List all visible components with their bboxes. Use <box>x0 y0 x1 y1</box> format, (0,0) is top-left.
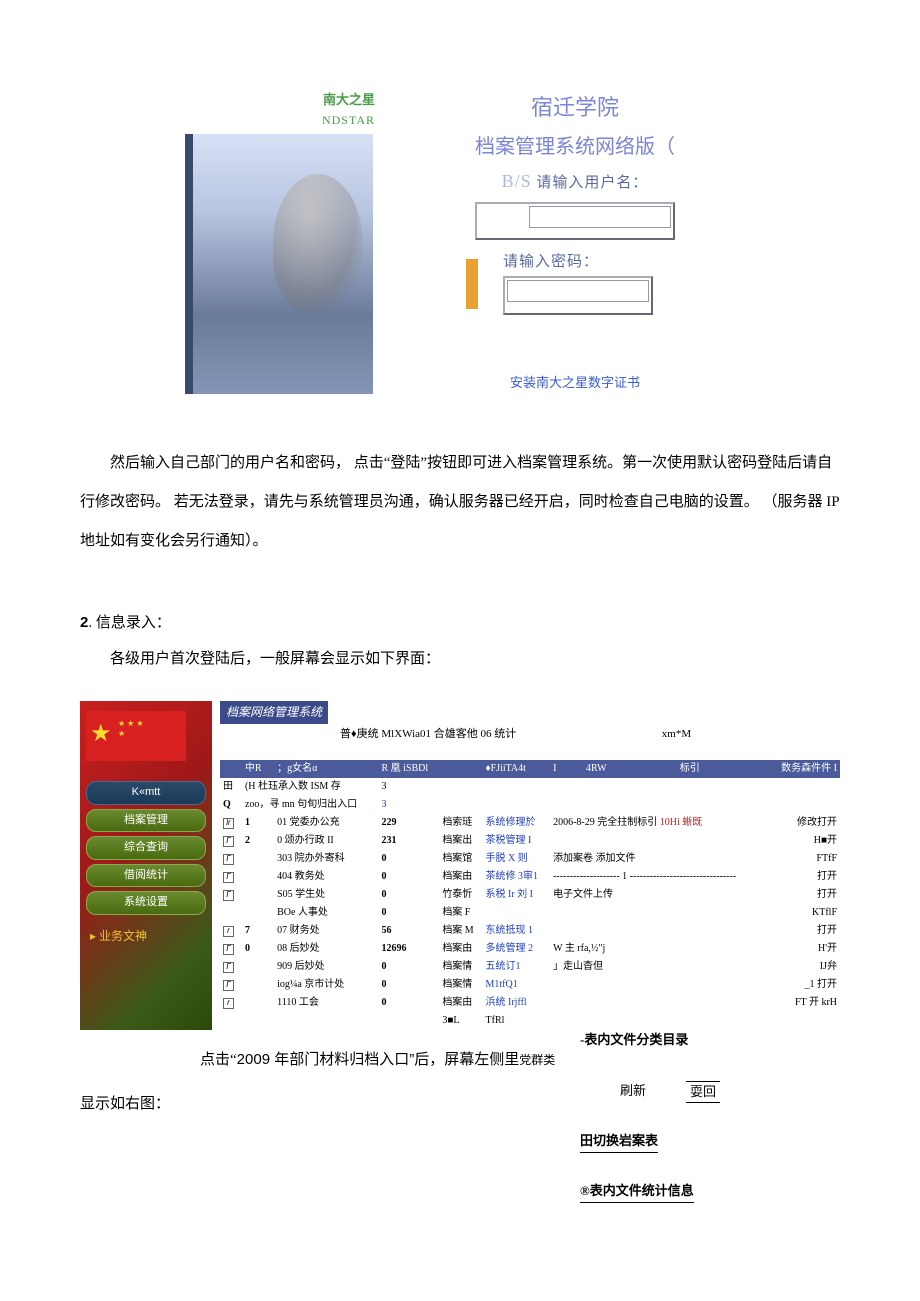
sidebar-caption: ▸ 业务文神 <box>90 927 206 946</box>
dashboard-table: 中R ；g女名α R 凰 iSBDl ♦FJiiTA4t I 4RW 标引 数务… <box>220 760 840 1030</box>
login-decorative-image <box>185 134 373 394</box>
table-row: BOe 人事处0档案 FKTflF <box>220 904 840 922</box>
checkbox[interactable]: Γ <box>223 962 234 973</box>
section-2-desc: 各级用户首次登陆后，一般屏幕会显示如下界面： <box>110 647 840 671</box>
brand-cn: 南大之星 <box>185 90 375 111</box>
system-title: 档案管理系统网络版（ <box>415 131 735 163</box>
dashboard-breadcrumb: 普♦庚统 MlXWia01 合雄客他 06 统计 xm*M <box>220 724 840 760</box>
right-panel: -表内文件分类目录 刷新 耍回 田切换岩案表 ®表内文件统计信息 <box>580 1030 840 1203</box>
dashboard-sidebar: K«mtt 档案管理 综合查询 借阅统计 系统设置 ▸ 业务文神 <box>80 701 212 1030</box>
install-cert-link[interactable]: 安装南大之星数字证书 <box>415 373 735 394</box>
right-h1: -表内文件分类目录 <box>580 1032 688 1047</box>
login-right: 宿迁学院 档案管理系统网络版（ B/S 请输入用户名： 请输入密码： 安装南大之… <box>415 90 735 394</box>
back-link[interactable]: 耍回 <box>686 1081 720 1104</box>
bs-username-row: B/S 请输入用户名： <box>465 167 685 196</box>
dashboard-title: 档案网络管理系统 <box>220 701 328 724</box>
table-header: 中R ；g女名α R 凰 iSBDl ♦FJiiTA4t I 4RW 标引 数务… <box>220 760 840 778</box>
table-row-b: Q zoo，寻 mn 句旬归出入口 3 <box>220 796 840 814</box>
table-row: Γ303 院办外寄科0档案馆手脱 X 则添加案卷 添加文件FTfF <box>220 850 840 868</box>
brand-en: NDSTAR <box>185 111 375 130</box>
login-section: 南大之星 NDSTAR 宿迁学院 档案管理系统网络版（ B/S 请输入用户名： … <box>80 90 840 394</box>
sidebar-item-4[interactable]: 系统设置 <box>86 891 206 915</box>
checkbox[interactable]: r <box>223 998 234 1009</box>
sidebar-item-3[interactable]: 借阅统计 <box>86 864 206 888</box>
table-tail: 3■L TfRl <box>220 1012 840 1030</box>
table-row: r707 财务处56档案 M东统抵现 1打开 <box>220 922 840 940</box>
checkbox[interactable]: Γ <box>223 944 234 955</box>
accent-bar <box>465 258 479 310</box>
table-row: Γ20 颂办行政 II231档案出茶税管理 IH■开 <box>220 832 840 850</box>
flag-icon <box>86 711 186 761</box>
table-row: Γiog¼a 京市计处0档案情M1tfQ1_1 打开 <box>220 976 840 994</box>
bs-label: B/S <box>502 171 532 191</box>
checkbox[interactable]: r <box>223 926 234 937</box>
right-actions: 刷新 耍回 <box>620 1081 840 1104</box>
table-row: Γ909 后妙处0档案情五统订1」走山杳但IJ弁 <box>220 958 840 976</box>
password-label: 请输入密码： <box>503 250 685 274</box>
paragraph-1: 然后输入自己部门的用户名和密码， 点击“登陆”按钮即可进入档案管理系统。第一次使… <box>80 444 840 561</box>
checkbox[interactable]: lr <box>223 818 234 829</box>
sidebar-item-0[interactable]: K«mtt <box>86 781 206 805</box>
sidebar-item-1[interactable]: 档案管理 <box>86 809 206 833</box>
username-input[interactable] <box>529 206 671 228</box>
checkbox[interactable]: Γ <box>223 890 234 901</box>
checkbox[interactable]: Γ <box>223 854 234 865</box>
table-row: ΓS05 学生处0竹泰忻系税 Ir 刘 I电子文件上传打开 <box>220 886 840 904</box>
org-title: 宿迁学院 <box>415 90 735 125</box>
dashboard-screenshot: K«mtt 档案管理 综合查询 借阅统计 系统设置 ▸ 业务文神 档案网络管理系… <box>80 701 840 1030</box>
right-h2: 田切换岩案表 <box>580 1131 658 1153</box>
checkbox[interactable]: Γ <box>223 836 234 847</box>
refresh-link[interactable]: 刷新 <box>620 1081 646 1104</box>
dashboard-main: 档案网络管理系统 普♦庚统 MlXWia01 合雄客他 06 统计 xm*M 中… <box>212 701 840 1030</box>
login-box: B/S 请输入用户名： 请输入密码： <box>465 163 685 333</box>
right-h3: ®表内文件统计信息 <box>580 1181 694 1203</box>
table-row: r1110 工会0档案由浜统 IrjfflFT 开 krH <box>220 994 840 1012</box>
password-input[interactable] <box>507 280 649 302</box>
login-left: 南大之星 NDSTAR <box>185 90 385 394</box>
table-row: Γ008 后妙处12696档案由多统管理 2W 主 rfa,½"jH'开 <box>220 940 840 958</box>
username-label: 请输入用户名： <box>536 175 648 191</box>
checkbox[interactable]: Γ <box>223 872 234 883</box>
sidebar-item-2[interactable]: 综合查询 <box>86 836 206 860</box>
table-row-a: 田 (H 杜珏承入数 ISM 存 3 <box>220 778 840 796</box>
table-row: Γ404 教务处0档案由茶统修 3审1-------------------- … <box>220 868 840 886</box>
section-2-title: 2. 信息录入： <box>80 611 840 635</box>
checkbox[interactable]: Γ <box>223 980 234 991</box>
table-row: lr101 党委办公充229档索琏系统修理於2006-8-29 完全拄制标引 1… <box>220 814 840 832</box>
